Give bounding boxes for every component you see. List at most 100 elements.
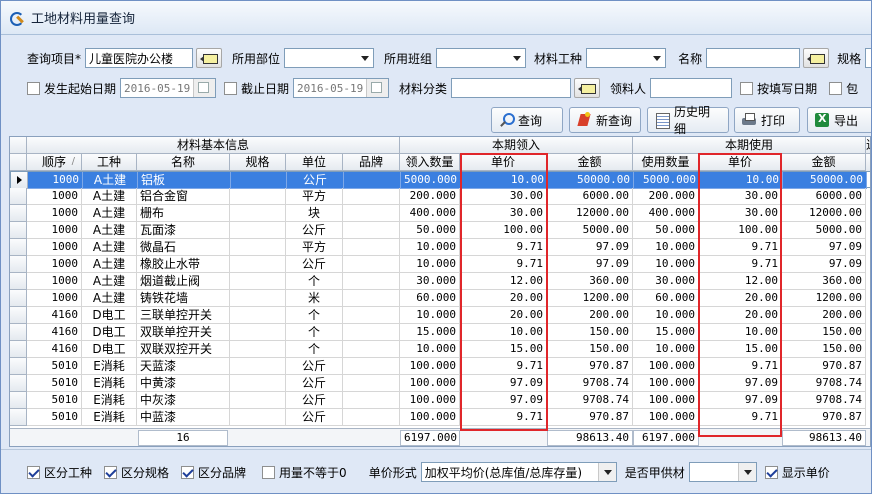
cell-use-amount[interactable]: 50000.00: [783, 172, 867, 189]
cell-brand[interactable]: [343, 188, 400, 205]
cell-recv-price[interactable]: 9.71: [460, 409, 547, 426]
cell-name[interactable]: 铝合金窗: [137, 188, 230, 205]
column-header-recv-amount[interactable]: 金额: [547, 154, 633, 171]
cell-seq[interactable]: 5010: [27, 358, 82, 375]
cell-recv-price[interactable]: 9.71: [460, 256, 547, 273]
table-row[interactable]: 5010 E消耗 中灰漆 公斤 100.000 97.09 9708.74 100.000 97…: [10, 392, 870, 409]
cell-recv-amount[interactable]: 150.00: [547, 341, 633, 358]
cell-name[interactable]: 三联单控开关: [137, 307, 230, 324]
cell-recv-amount[interactable]: 6000.00: [547, 188, 633, 205]
row-indicator[interactable]: [10, 307, 27, 324]
table-row[interactable]: 1000 A土建 铸铁花墙米 60.000 20.00 1200.00 60.000 20.0…: [10, 290, 870, 307]
include-checkbox[interactable]: [829, 81, 843, 95]
cell-use-qty[interactable]: 60.000: [633, 290, 699, 307]
end-calendar-icon[interactable]: [366, 79, 389, 97]
cell-recv-qty[interactable]: 10.000: [400, 307, 460, 324]
category-input[interactable]: [451, 78, 572, 98]
cell-recv-qty[interactable]: 100.000: [400, 409, 460, 426]
cell-name[interactable]: 中灰漆: [137, 392, 230, 409]
cell-spec[interactable]: [230, 205, 286, 222]
project-picker-icon[interactable]: [196, 48, 223, 68]
cell-use-amount[interactable]: 970.87: [782, 409, 866, 426]
cell-use-amount[interactable]: 150.00: [782, 324, 866, 341]
supply-dropdown-icon[interactable]: [737, 463, 756, 481]
cell-recv-amount[interactable]: 9708.74: [547, 375, 633, 392]
cell-use-amount[interactable]: 9708.74: [782, 392, 866, 409]
cell-use-amount[interactable]: 150.00: [782, 341, 866, 358]
cell-use-qty[interactable]: 5000.000: [634, 172, 700, 189]
cell-spec[interactable]: [230, 409, 286, 426]
cell-trade[interactable]: A土建: [82, 205, 137, 222]
column-header-brand[interactable]: 品牌: [343, 154, 400, 171]
cell-name[interactable]: 双联双控开关: [137, 341, 230, 358]
cell-recv-qty[interactable]: 400.000: [400, 205, 460, 222]
name-input[interactable]: [706, 48, 801, 68]
row-indicator[interactable]: [10, 188, 27, 205]
cell-spec[interactable]: [230, 256, 286, 273]
cell-spec[interactable]: [230, 307, 286, 324]
supply-select[interactable]: [688, 462, 757, 482]
cell-use-qty[interactable]: 10.000: [633, 239, 699, 256]
cell-trade[interactable]: E消耗: [82, 409, 137, 426]
cell-spec[interactable]: [230, 290, 286, 307]
cell-spec[interactable]: [230, 239, 286, 256]
cell-brand[interactable]: [343, 222, 400, 239]
cell-brand[interactable]: [343, 205, 400, 222]
table-row[interactable]: 1000 A土建 铝合金窗 平方 200.000 30.00 6000.00 200.000 3…: [10, 188, 870, 205]
cell-use-qty[interactable]: 50.000: [633, 222, 699, 239]
cell-use-price[interactable]: 9.71: [699, 358, 782, 375]
cell-seq[interactable]: 1000: [27, 290, 82, 307]
cell-name[interactable]: 中黄漆: [137, 375, 230, 392]
table-row[interactable]: 1000 A土建 栅布块 400.000 30.00 12000.00 400.000 30.…: [10, 205, 870, 222]
cell-use-price[interactable]: 97.09: [699, 392, 782, 409]
cell-seq[interactable]: 1000: [27, 222, 82, 239]
cell-brand[interactable]: [343, 392, 400, 409]
cell-seq[interactable]: 4160: [27, 341, 82, 358]
cell-brand[interactable]: [343, 358, 400, 375]
cell-name[interactable]: 双联单控开关: [137, 324, 230, 341]
history-button[interactable]: 历史明细: [647, 105, 729, 136]
cell-spec[interactable]: [230, 392, 286, 409]
cell-unit[interactable]: 米: [286, 290, 343, 307]
cell-recv-price[interactable]: 9.71: [460, 358, 547, 375]
cell-use-amount[interactable]: 5000.00: [782, 222, 866, 239]
cell-recv-price[interactable]: 30.00: [460, 188, 547, 205]
cell-use-price[interactable]: 9.71: [699, 409, 782, 426]
column-header-name[interactable]: 名称: [137, 154, 230, 171]
row-indicator[interactable]: [10, 273, 27, 290]
cell-recv-amount[interactable]: 200.00: [547, 307, 633, 324]
cell-trade[interactable]: E消耗: [82, 375, 137, 392]
cell-recv-amount[interactable]: 97.09: [547, 256, 633, 273]
cell-unit[interactable]: 平方: [286, 239, 343, 256]
cell-recv-qty[interactable]: 5000.000: [401, 172, 461, 189]
cell-use-amount[interactable]: 97.09: [782, 239, 866, 256]
cell-unit[interactable]: 个: [286, 341, 343, 358]
cell-name[interactable]: 烟道截止阀: [137, 273, 230, 290]
cell-trade[interactable]: E消耗: [82, 358, 137, 375]
row-indicator[interactable]: [10, 290, 27, 307]
row-indicator[interactable]: [10, 205, 27, 222]
cell-recv-amount[interactable]: 5000.00: [547, 222, 633, 239]
cell-use-price[interactable]: 100.00: [699, 222, 782, 239]
cell-seq[interactable]: 1000: [27, 205, 82, 222]
table-row[interactable]: 4160 D电工 三联单控开关个 10.000 20.00 200.00 10.000 20.…: [10, 307, 870, 324]
cell-use-qty[interactable]: 30.000: [633, 273, 699, 290]
cell-use-amount[interactable]: 360.00: [782, 273, 866, 290]
cell-unit[interactable]: 平方: [286, 188, 343, 205]
cell-use-price[interactable]: 30.00: [699, 205, 782, 222]
cell-use-qty[interactable]: 100.000: [633, 392, 699, 409]
cell-unit[interactable]: 公斤: [286, 409, 343, 426]
cell-trade[interactable]: A土建: [83, 172, 138, 189]
cell-trade[interactable]: A土建: [82, 222, 137, 239]
cell-use-price[interactable]: 9.71: [699, 256, 782, 273]
by-spec-checkbox[interactable]: [104, 465, 118, 479]
cell-use-qty[interactable]: 100.000: [633, 375, 699, 392]
row-indicator[interactable]: [10, 222, 27, 239]
cell-recv-amount[interactable]: 97.09: [547, 239, 633, 256]
cell-unit[interactable]: 公斤: [286, 358, 343, 375]
receiver-input[interactable]: [650, 78, 733, 98]
cell-recv-price[interactable]: 30.00: [460, 205, 547, 222]
cell-use-amount[interactable]: 9708.74: [782, 375, 866, 392]
cell-use-amount[interactable]: 970.87: [782, 358, 866, 375]
cell-seq[interactable]: 5010: [27, 375, 82, 392]
